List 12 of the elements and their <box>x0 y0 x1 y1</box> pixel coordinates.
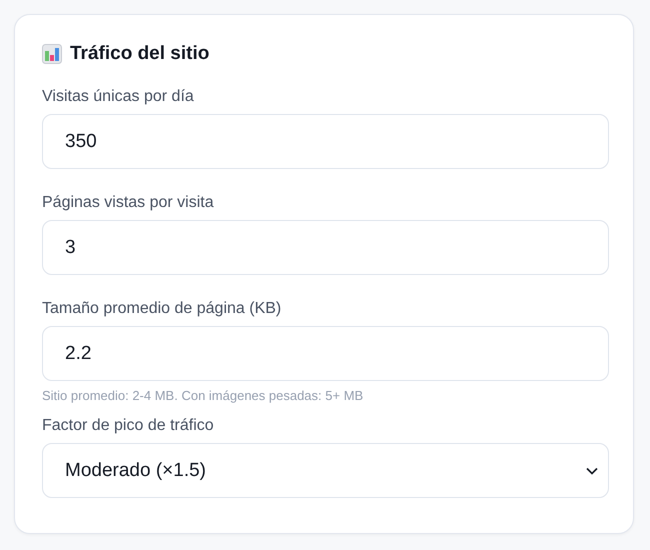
input-field[interactable]: 3 <box>42 220 609 275</box>
hint-text: Sitio promedio: 2-4 MB. Con imágenes pesadas: 5+ MB <box>42 388 364 404</box>
field-label: Visitas únicas por día <box>42 87 195 106</box>
field-label: Páginas vistas por visita <box>42 193 215 212</box>
chevron-down-icon <box>586 466 598 474</box>
field-label: Factor de pico de tráfico <box>42 416 215 435</box>
bar-chart-icon <box>42 44 62 64</box>
dropdown[interactable]: Moderado (×1.5) <box>42 443 609 498</box>
input-field[interactable]: 2.2 <box>42 326 609 381</box>
input-field[interactable]: 350 <box>42 114 609 169</box>
card-title: Tráfico del sitio <box>70 43 210 65</box>
field-label: Tamaño promedio de página (KB) <box>42 299 282 318</box>
